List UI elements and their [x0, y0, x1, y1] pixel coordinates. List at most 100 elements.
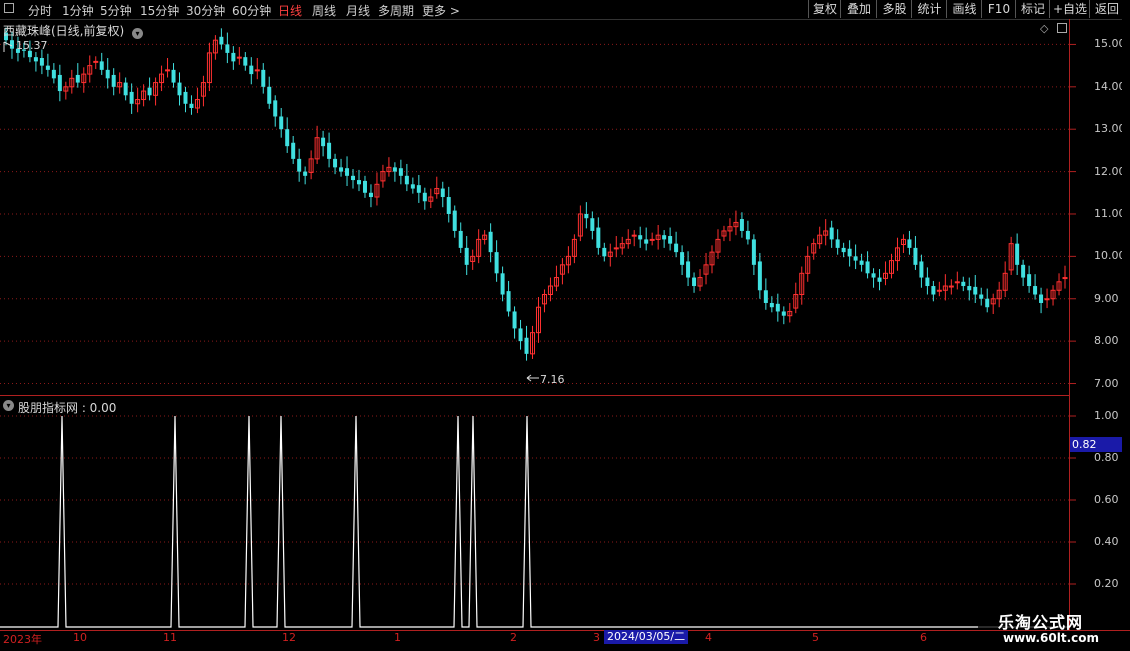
candle-body	[236, 56, 242, 59]
date-label: 12	[282, 631, 296, 644]
date-label: 10	[73, 631, 87, 644]
candle-body	[1062, 277, 1068, 280]
date-label: 4	[705, 631, 712, 644]
candle-body	[979, 294, 984, 299]
date-label: 3	[593, 631, 600, 644]
indicator-title: 股朋指标网 : 0.00	[18, 401, 117, 415]
date-label: 6	[920, 631, 927, 644]
candle-body	[165, 69, 171, 72]
candle-body	[183, 91, 188, 104]
candle-body	[692, 277, 697, 287]
candle-body	[345, 168, 350, 176]
candle-body	[219, 36, 224, 45]
candle-body	[907, 239, 912, 248]
price-tick: 7.00	[1094, 376, 1119, 390]
candle-body	[948, 285, 954, 288]
candle-body	[404, 175, 409, 185]
candle-body	[985, 298, 990, 308]
candle-body	[410, 184, 415, 189]
candle-body	[961, 281, 966, 287]
price-tick: 15.00	[1094, 37, 1126, 51]
candle-body	[333, 158, 338, 168]
candle-body	[763, 290, 768, 303]
candle-body	[739, 219, 744, 231]
candle-body	[452, 210, 457, 231]
price-tick: 9.00	[1094, 291, 1119, 305]
candle-body	[686, 261, 691, 278]
indicator-tick: 0.20	[1094, 577, 1119, 590]
candle-body	[745, 230, 750, 240]
candle-body	[649, 238, 655, 241]
candle-body	[39, 57, 44, 66]
candle-body	[1021, 264, 1026, 278]
candle-body	[859, 260, 864, 265]
candle-body	[954, 281, 960, 284]
candle-body	[488, 231, 493, 253]
candle-body	[123, 82, 128, 96]
indicator-tick: 0.40	[1094, 535, 1119, 548]
candle-body	[231, 52, 236, 62]
candle-body	[757, 261, 762, 291]
date-label: 11	[163, 631, 177, 644]
candle-body	[327, 142, 332, 159]
candle-body	[267, 86, 272, 104]
date-cursor-label: 2024/03/05/二	[604, 630, 689, 644]
price-tick: 10.00	[1094, 249, 1126, 263]
candle-body	[662, 235, 667, 240]
candle-body	[279, 116, 284, 130]
candle-body	[422, 192, 427, 202]
indicator-menu-icon[interactable]: ▾	[3, 400, 14, 411]
indicator-tick: 0.60	[1094, 493, 1119, 506]
candle-body	[1039, 294, 1044, 303]
candle-body	[596, 227, 601, 248]
panel-toggle-icon[interactable]	[1057, 23, 1067, 33]
chevron-down-icon[interactable]: ▾	[132, 28, 144, 39]
date-label: 1	[394, 631, 401, 644]
candle-body	[781, 311, 786, 316]
candle-body	[584, 213, 589, 219]
candle-body	[111, 74, 116, 87]
candle-body	[297, 158, 302, 172]
date-label: 2	[510, 631, 517, 644]
candle-body	[847, 248, 852, 257]
diamond-icon[interactable]: ◇	[1040, 22, 1048, 35]
candle-body	[829, 227, 834, 240]
high-price-label: 15.37	[16, 39, 48, 52]
candle-body	[51, 69, 56, 79]
candle-body	[769, 302, 774, 308]
candle-body	[99, 61, 104, 70]
right-scroll-strip[interactable]	[1122, 19, 1130, 630]
candle-body	[931, 286, 936, 295]
watermark-title: 乐淘公式网	[998, 613, 1084, 632]
kline-chart[interactable]	[0, 0, 1130, 650]
low-price-label: 7.16	[540, 373, 565, 386]
candle-body	[464, 247, 469, 265]
price-tick: 8.00	[1094, 334, 1119, 348]
candle-body	[189, 103, 194, 109]
candle-body	[494, 252, 499, 274]
candle-body	[225, 44, 230, 53]
candle-body	[973, 286, 978, 295]
candle-body	[243, 57, 248, 66]
date-label: 5	[812, 631, 819, 644]
candle-body	[936, 289, 942, 292]
current-indicator-value: 0.82	[1070, 437, 1122, 452]
price-tick: 13.00	[1094, 122, 1126, 136]
candle-body	[356, 180, 361, 185]
watermark-url: www.60lt.com	[1003, 631, 1100, 645]
candle-body	[75, 74, 80, 83]
candle-body	[291, 142, 296, 159]
candle-body	[524, 337, 529, 354]
candle-body	[303, 171, 308, 176]
candle-body	[835, 239, 840, 248]
candle-body	[392, 167, 397, 172]
candle-body	[1033, 286, 1038, 295]
candle-body	[613, 247, 619, 250]
candle-body	[590, 218, 595, 231]
candle-body	[518, 328, 523, 342]
candle-body	[177, 82, 182, 96]
candle-body	[45, 65, 50, 70]
candle-body	[913, 247, 918, 265]
candle-body	[877, 277, 882, 282]
candle-body	[33, 57, 38, 62]
